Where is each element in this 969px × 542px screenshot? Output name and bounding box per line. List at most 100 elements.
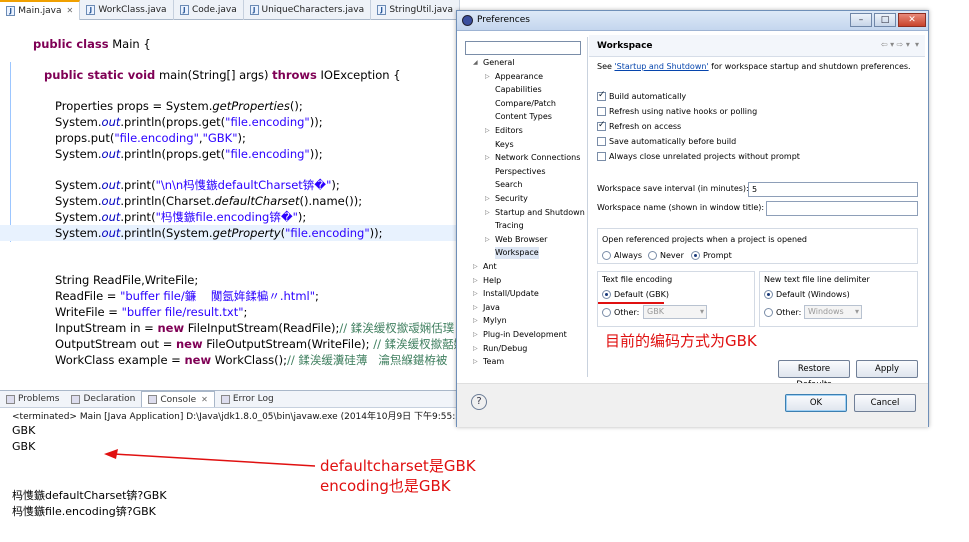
save-before-build-checkbox[interactable]	[597, 137, 606, 146]
code-line: public class Main {	[33, 37, 151, 51]
help-icon[interactable]: ?	[471, 394, 487, 410]
expand-right-icon[interactable]: ▷	[485, 152, 490, 164]
tree-item-general[interactable]: General	[483, 57, 515, 69]
tab-main-java[interactable]: J Main.java ✕	[0, 0, 81, 20]
console-output-line: 杩愯鏃defaultCharset锛?GBK	[12, 489, 167, 502]
tab-stringutil-java[interactable]: J StringUtil.java	[371, 0, 461, 20]
cancel-button[interactable]: Cancel	[854, 394, 916, 412]
expand-right-icon[interactable]: ▷	[473, 315, 478, 327]
expand-right-icon[interactable]: ▷	[473, 302, 478, 314]
radio-label: Prompt	[703, 251, 732, 260]
code-line: ReadFile = "buffer file/鐮 闃氬姩鍒楄〃.html";	[55, 289, 319, 303]
divider	[587, 37, 588, 377]
close-button[interactable]: ✕	[898, 13, 926, 27]
tree-item-search[interactable]: Search	[495, 179, 522, 191]
tree-item-java[interactable]: Java	[483, 302, 500, 314]
close-unrelated-checkbox[interactable]	[597, 152, 606, 161]
tree-item-appearance[interactable]: Appearance	[495, 71, 543, 83]
filter-input[interactable]	[465, 40, 581, 55]
always-radio[interactable]	[602, 251, 611, 260]
expand-down-icon[interactable]: ◢	[473, 57, 478, 69]
encoding-default-radio[interactable]	[602, 290, 611, 299]
tree-item-web-browser[interactable]: Web Browser	[495, 234, 547, 246]
code-line: InputStream in = new FileInputStream(Rea…	[55, 321, 455, 335]
tree-item-capabilities[interactable]: Capabilities	[495, 84, 542, 96]
tree-item-mylyn[interactable]: Mylyn	[483, 315, 507, 327]
tree-item-network-connections[interactable]: Network Connections	[495, 152, 580, 164]
minimize-button[interactable]: –	[850, 13, 872, 27]
code-editor[interactable]: J Main.java ✕ J WorkClass.java J Code.java J…	[0, 0, 461, 388]
refresh-native-checkbox[interactable]	[597, 107, 606, 116]
tab-declaration[interactable]: Declaration	[65, 391, 141, 407]
dialog-titlebar[interactable]: Preferences – □ ✕	[457, 11, 928, 31]
tree-item-perspectives[interactable]: Perspectives	[495, 166, 546, 178]
ok-button[interactable]: OK	[785, 394, 847, 412]
expand-right-icon[interactable]: ▷	[485, 71, 490, 83]
code-line: System.out.print("杩愯鏃file.encoding锛�");	[55, 210, 307, 224]
nav-arrows-icon[interactable]: ⇦ ▾ ⇨ ▾ ▾	[881, 40, 919, 49]
radio-label: Default (GBK)	[614, 290, 669, 299]
java-file-icon: J	[179, 5, 189, 15]
delimiter-default-radio[interactable]	[764, 290, 773, 299]
expand-right-icon[interactable]: ▷	[473, 343, 478, 355]
expand-right-icon[interactable]: ▷	[485, 234, 490, 246]
tree-item-startup-and-shutdown[interactable]: Startup and Shutdown	[495, 207, 585, 219]
expand-right-icon[interactable]: ▷	[473, 329, 478, 341]
encoding-other-select[interactable]: GBK	[643, 305, 707, 319]
tree-item-content-types[interactable]: Content Types	[495, 111, 552, 123]
tab-problems[interactable]: Problems	[0, 391, 65, 407]
tree-item-install-update[interactable]: Install/Update	[483, 288, 539, 300]
open-referenced-label: Open referenced projects when a project …	[602, 235, 808, 244]
tree-item-help[interactable]: Help	[483, 275, 501, 287]
tab-error-log[interactable]: Error Log	[215, 391, 280, 407]
console-annotation: defaultcharset是GBK encoding也是GBK	[320, 457, 476, 495]
tree-item-keys[interactable]: Keys	[495, 139, 514, 151]
expand-right-icon[interactable]: ▷	[473, 356, 478, 368]
tree-item-team[interactable]: Team	[483, 356, 504, 368]
workspace-name-field[interactable]	[766, 201, 918, 216]
delimiter-other-radio[interactable]	[764, 308, 773, 317]
delimiter-other-select[interactable]: Windows	[804, 305, 862, 319]
tab-code-java[interactable]: J Code.java	[174, 0, 244, 20]
tree-item-security[interactable]: Security	[495, 193, 528, 205]
close-icon[interactable]: ✕	[201, 391, 208, 409]
apply-button[interactable]: Apply	[856, 360, 918, 378]
dialog-footer: ? OK Cancel	[457, 383, 928, 427]
encoding-other-radio[interactable]	[602, 308, 611, 317]
restore-defaults-button[interactable]: Restore Defaults	[778, 360, 850, 390]
console-status: <terminated> Main [Java Application] D:\…	[12, 412, 471, 422]
tree-item-plug-in-development[interactable]: Plug-in Development	[483, 329, 567, 341]
expand-right-icon[interactable]: ▷	[473, 261, 478, 273]
tab-workclass-java[interactable]: J WorkClass.java	[80, 0, 174, 20]
java-file-icon: J	[6, 6, 16, 16]
text-encoding-label: Text file encoding	[602, 275, 673, 284]
maximize-button[interactable]: □	[874, 13, 896, 27]
expand-right-icon[interactable]: ▷	[485, 207, 490, 219]
expand-right-icon[interactable]: ▷	[485, 125, 490, 137]
tree-item-ant[interactable]: Ant	[483, 261, 497, 273]
editor-tab-bar: J Main.java ✕ J WorkClass.java J Code.java J…	[0, 0, 461, 20]
tree-item-editors[interactable]: Editors	[495, 125, 523, 137]
close-icon[interactable]: ✕	[67, 2, 74, 20]
prompt-radio[interactable]	[691, 251, 700, 260]
java-file-icon: J	[86, 5, 96, 15]
code-line: System.out.println(props.get("file.encod…	[55, 115, 323, 129]
tree-item-tracing[interactable]: Tracing	[495, 220, 524, 232]
never-radio[interactable]	[648, 251, 657, 260]
tree-item-run-debug[interactable]: Run/Debug	[483, 343, 527, 355]
console-output-line: GBK	[12, 424, 36, 437]
code-area[interactable]: public class Main { public static void m…	[0, 22, 460, 382]
tab-uniquecharacters-java[interactable]: J UniqueCharacters.java	[244, 0, 372, 20]
build-automatically-checkbox[interactable]	[597, 90, 606, 101]
startup-shutdown-link[interactable]: 'Startup and Shutdown'	[614, 62, 708, 71]
save-interval-field[interactable]: 5	[748, 182, 918, 197]
tree-item-workspace[interactable]: Workspace	[495, 247, 539, 260]
dialog-annotation: 目前的编码方式为GBK	[605, 332, 757, 350]
expand-right-icon[interactable]: ▷	[485, 193, 490, 205]
tree-item-compare-patch[interactable]: Compare/Patch	[495, 98, 556, 110]
refresh-on-access-checkbox[interactable]	[597, 120, 606, 131]
tab-console[interactable]: Console ✕	[141, 391, 215, 409]
expand-right-icon[interactable]: ▷	[473, 288, 478, 300]
expand-right-icon[interactable]: ▷	[473, 275, 478, 287]
error-log-icon	[220, 394, 230, 404]
